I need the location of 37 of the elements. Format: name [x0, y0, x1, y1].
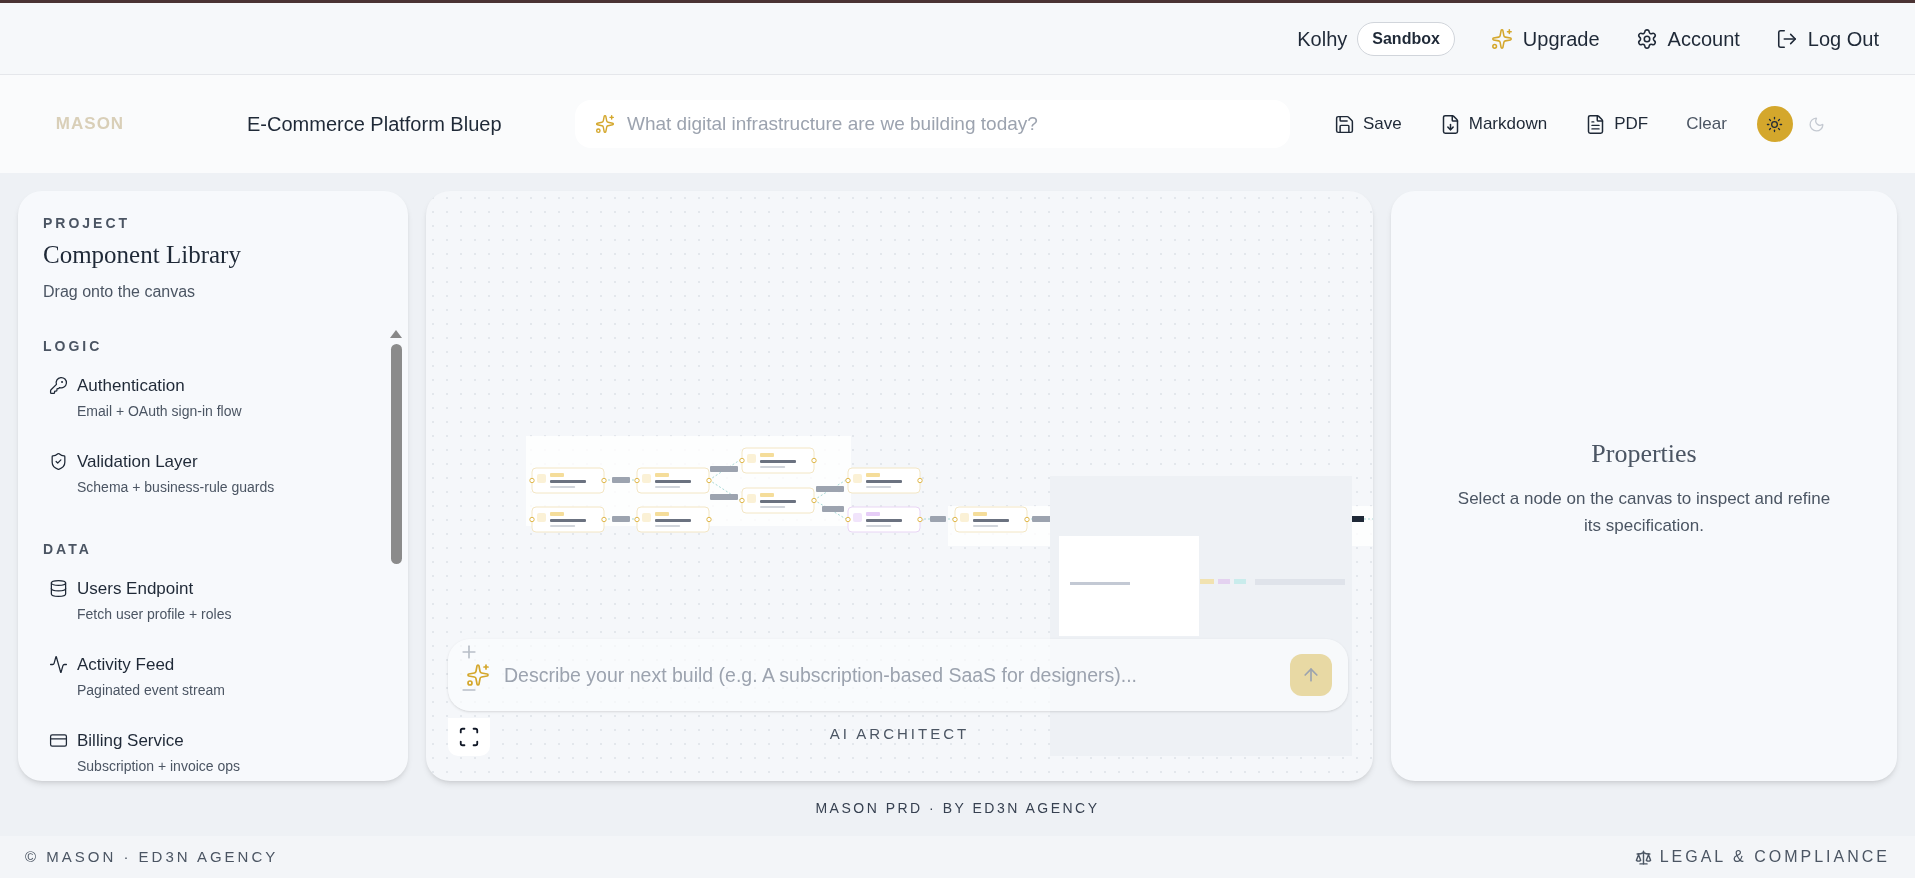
panel-title: Component Library [43, 240, 242, 270]
toolbar-button[interactable]: Clear [1686, 111, 1727, 137]
item-title: Authentication [77, 375, 186, 397]
item-title: Validation Layer [77, 451, 199, 473]
project-title[interactable]: E-Commerce Platform Bluep [247, 109, 547, 139]
properties-hint: Select a node on the canvas to inspect and refine its specification. [1456, 487, 1832, 537]
component-item[interactable]: Users Endpoint Fetch user profile + roles [43, 576, 388, 652]
item-description: Fetch user profile + roles [77, 604, 232, 624]
plan-badge: Sandbox [1357, 21, 1455, 56]
nav-link[interactable]: Upgrade [1490, 23, 1600, 54]
group-label: LOGIC [43, 337, 104, 356]
panel-title: Properties [1591, 437, 1697, 470]
component-item[interactable]: Activity Feed Paginated event stream [43, 652, 388, 728]
item-description: Subscription + invoice ops [77, 756, 241, 776]
nav-link[interactable]: Account [1635, 23, 1740, 54]
eyebrow-label: PROJECT [43, 214, 132, 233]
item-title: Billing Service [77, 730, 185, 752]
group-label: DATA [43, 540, 93, 559]
toolbar-button[interactable]: Markdown [1439, 111, 1548, 137]
logo: MASON [55, 113, 125, 136]
panel-subtitle: Drag onto the canvas [43, 282, 197, 302]
component-item[interactable]: Authentication Email + OAuth sign-in flow [43, 373, 388, 449]
copyright-text: © MASON · ED3N AGENCY [25, 846, 279, 867]
item-description: Paginated event stream [77, 680, 225, 700]
item-description: Schema + business-rule guards [77, 477, 275, 497]
legal-link[interactable]: LEGAL & COMPLIANCE [1634, 845, 1890, 869]
component-item[interactable]: Validation Layer Schema + business-rule guards [43, 449, 388, 525]
canvas-caption: AI ARCHITECT [829, 724, 970, 744]
component-item[interactable]: Billing Service Subscription + invoice ops [43, 728, 388, 781]
toolbar-button[interactable]: PDF [1585, 111, 1649, 137]
credit-text: MASON PRD · BY ED3N AGENCY [815, 799, 1100, 818]
nav-link[interactable]: Log Out [1775, 23, 1879, 54]
user-name: Kolhy [1297, 26, 1348, 52]
item-description: Email + OAuth sign-in flow [77, 401, 242, 421]
toolbar-button[interactable]: Save [1334, 111, 1402, 137]
item-title: Users Endpoint [77, 578, 195, 600]
item-title: Activity Feed [77, 654, 176, 676]
